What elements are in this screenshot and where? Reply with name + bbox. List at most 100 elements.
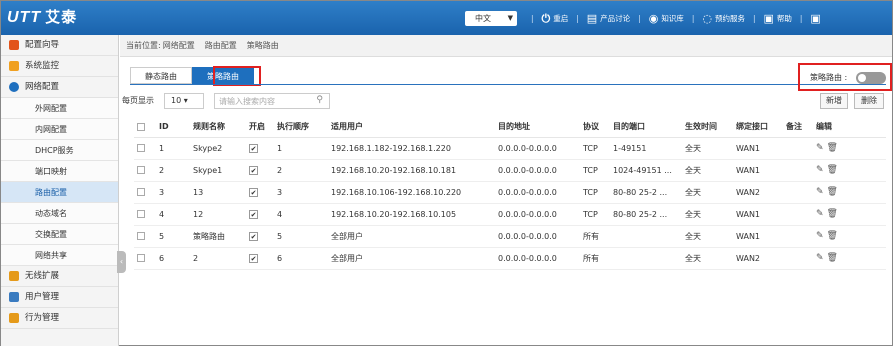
power-icon: ⏻ — [541, 11, 551, 25]
sidebar-sub-dhcp[interactable]: DHCP服务 — [1, 140, 118, 161]
main-content: 当前位置: 网络配置 路由配置 策略路由 静态路由 策略路由 策略路由 : 每页显示 … — [120, 35, 892, 346]
sidebar-sub-ddns[interactable]: 动态域名 — [1, 203, 118, 224]
product-discussion-link[interactable]: ▤ 产品讨论 — [587, 12, 630, 25]
trash-icon[interactable]: 🗑 — [827, 187, 838, 197]
edit-cell: ✎ 🗑 — [813, 181, 886, 204]
sidebar-sub-wan[interactable]: 外网配置 — [1, 98, 118, 119]
row-select-cell — [134, 181, 156, 204]
sidebar-sub-routing[interactable]: 路由配置 — [1, 182, 118, 203]
search-box: ⚲ — [214, 93, 330, 109]
knowledge-base-link[interactable]: ◉ 知识库 — [649, 12, 684, 25]
sidebar-sub-switch[interactable]: 交换配置 — [1, 224, 118, 245]
enabled-checkbox[interactable]: ✔ — [249, 165, 258, 175]
cell-users: 192.168.10.20-192.168.10.181 — [328, 159, 495, 182]
trash-icon[interactable]: 🗑 — [827, 209, 838, 219]
delete-button[interactable]: 删除 — [854, 93, 884, 109]
cell-order: 4 — [274, 203, 328, 226]
cell-port: 80-80 25-2 ... — [610, 203, 682, 226]
sidebar-item-users[interactable]: 用户管理 — [1, 287, 118, 308]
table-header-row: ID 规则名称 开启 执行顺序 适用用户 目的地址 协议 目的端口 生效时间 绑… — [134, 117, 886, 138]
sidebar-item-system-monitor[interactable]: 系统监控 — [1, 56, 118, 77]
trash-icon[interactable]: 🗑 — [827, 231, 838, 241]
cell-dest: 0.0.0.0-0.0.0.0 — [495, 247, 580, 270]
edit-icon[interactable]: ✎ — [816, 165, 824, 175]
row-select-cell — [134, 247, 156, 270]
language-select[interactable]: 中文 ▼ — [465, 11, 517, 26]
sidebar-sub-lan[interactable]: 内网配置 — [1, 119, 118, 140]
appointment-service-link[interactable]: ◌ 预约服务 — [702, 12, 745, 25]
table-row: 4 12 ✔ 4 192.168.10.20-192.168.10.105 0.0.0.0… — [134, 203, 886, 226]
trash-icon[interactable]: 🗑 — [827, 165, 838, 175]
tab-static-route[interactable]: 静态路由 — [130, 67, 192, 84]
sidebar-sub-port-mapping[interactable]: 端口映射 — [1, 161, 118, 182]
cell-order: 3 — [274, 181, 328, 204]
enabled-checkbox[interactable]: ✔ — [249, 187, 258, 197]
more-icon[interactable]: ▣ — [810, 12, 820, 25]
enabled-cell: ✔ — [246, 181, 274, 204]
sidebar-item-network-config[interactable]: 网络配置 — [1, 77, 118, 98]
search-input[interactable] — [215, 94, 305, 108]
edit-cell: ✎ 🗑 — [813, 203, 886, 226]
enabled-checkbox[interactable]: ✔ — [249, 209, 258, 219]
row-select-cell — [134, 203, 156, 226]
enabled-cell: ✔ — [246, 247, 274, 270]
row-select-cell — [134, 225, 156, 248]
edit-icon[interactable]: ✎ — [816, 143, 824, 153]
service-icon: ◌ — [702, 12, 712, 25]
row-checkbox[interactable] — [137, 232, 145, 240]
per-page-select[interactable]: 10 ▾ — [164, 93, 204, 109]
enabled-checkbox[interactable]: ✔ — [249, 143, 258, 153]
cell-proto: 所有 — [580, 225, 610, 248]
select-all-checkbox[interactable] — [137, 122, 145, 131]
sidebar-sub-network-share[interactable]: 网络共享 — [1, 245, 118, 266]
row-checkbox[interactable] — [137, 254, 145, 262]
sidebar-item-wireless[interactable]: 无线扩展 — [1, 266, 118, 287]
sidebar-item-behavior[interactable]: 行为管理 — [1, 308, 118, 329]
users-icon — [9, 292, 19, 302]
trash-icon[interactable]: 🗑 — [827, 143, 838, 153]
cell-proto: 所有 — [580, 247, 610, 270]
row-checkbox[interactable] — [137, 188, 145, 196]
row-select-cell — [134, 159, 156, 182]
cell-port: 80-80 25-2 ... — [610, 181, 682, 204]
reboot-button[interactable]: ⏻ 重启 — [542, 12, 569, 26]
caret-down-icon: ▾ — [183, 96, 188, 105]
network-icon — [9, 82, 19, 92]
cell-name: 策略路由 — [190, 225, 246, 248]
cell-proto: TCP — [580, 181, 610, 204]
header-enabled: 开启 — [246, 117, 274, 138]
enabled-checkbox[interactable]: ✔ — [249, 253, 258, 263]
edit-icon[interactable]: ✎ — [816, 253, 824, 263]
cell-name: 12 — [190, 203, 246, 226]
cell-proto: TCP — [580, 137, 610, 160]
policy-route-table: ID 规则名称 开启 执行顺序 适用用户 目的地址 协议 目的端口 生效时间 绑… — [134, 117, 886, 270]
policy-route-toggle[interactable] — [856, 72, 886, 84]
header-edit: 编辑 — [813, 117, 886, 138]
cell-users: 192.168.10.20-192.168.10.105 — [328, 203, 495, 226]
header-bound-interface: 绑定接口 — [733, 117, 783, 138]
row-checkbox[interactable] — [137, 144, 145, 152]
cell-time: 全天 — [682, 203, 733, 226]
help-link[interactable]: ▣ 帮助 — [763, 12, 791, 25]
search-icon[interactable]: ⚲ — [316, 95, 323, 105]
cell-time: 全天 — [682, 159, 733, 182]
edit-icon[interactable]: ✎ — [816, 187, 824, 197]
cell-order: 6 — [274, 247, 328, 270]
row-checkbox[interactable] — [137, 166, 145, 174]
top-bar: UTT 艾泰 中文 ▼ | ⏻ 重启 | ▤ 产品讨论 | ◉ 知识库 | ◌ 预约服务 |… — [1, 1, 892, 35]
cell-note — [783, 159, 813, 182]
trash-icon[interactable]: 🗑 — [827, 253, 838, 263]
tab-underline — [130, 84, 886, 85]
enabled-checkbox[interactable]: ✔ — [249, 231, 258, 241]
select-all-cell — [134, 117, 156, 138]
add-button[interactable]: 新增 — [820, 93, 848, 109]
wizard-icon — [9, 40, 19, 50]
table-row: 6 2 ✔ 6 全部用户 0.0.0.0-0.0.0.0 所有 全天 WAN2 ✎ 🗑 — [134, 247, 886, 270]
sidebar-item-setup-wizard[interactable]: 配置向导 — [1, 35, 118, 56]
edit-cell: ✎ 🗑 — [813, 247, 886, 270]
cell-iface: WAN1 — [733, 159, 783, 182]
edit-icon[interactable]: ✎ — [816, 209, 824, 219]
cell-port — [610, 247, 682, 270]
row-checkbox[interactable] — [137, 210, 145, 218]
edit-icon[interactable]: ✎ — [816, 231, 824, 241]
